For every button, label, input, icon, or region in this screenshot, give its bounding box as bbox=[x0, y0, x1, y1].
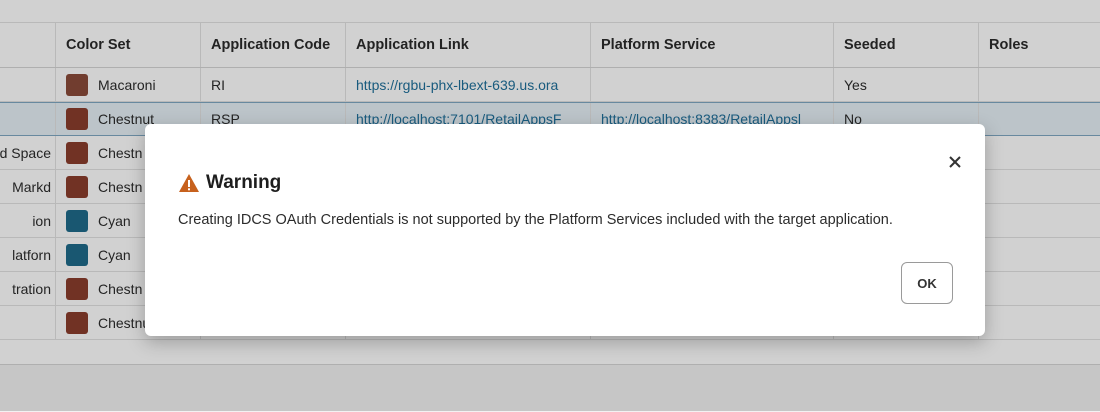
close-icon[interactable] bbox=[947, 154, 963, 170]
warning-dialog: Warning Creating IDCS OAuth Credentials … bbox=[145, 124, 985, 336]
dialog-message: Creating IDCS OAuth Credentials is not s… bbox=[178, 212, 893, 228]
application-page: Color Set Application Code Application L… bbox=[0, 0, 1100, 412]
ok-button[interactable]: OK bbox=[901, 262, 953, 304]
warning-icon bbox=[178, 173, 200, 193]
dialog-title: Warning bbox=[206, 172, 282, 193]
dialog-header: Warning bbox=[178, 172, 281, 194]
